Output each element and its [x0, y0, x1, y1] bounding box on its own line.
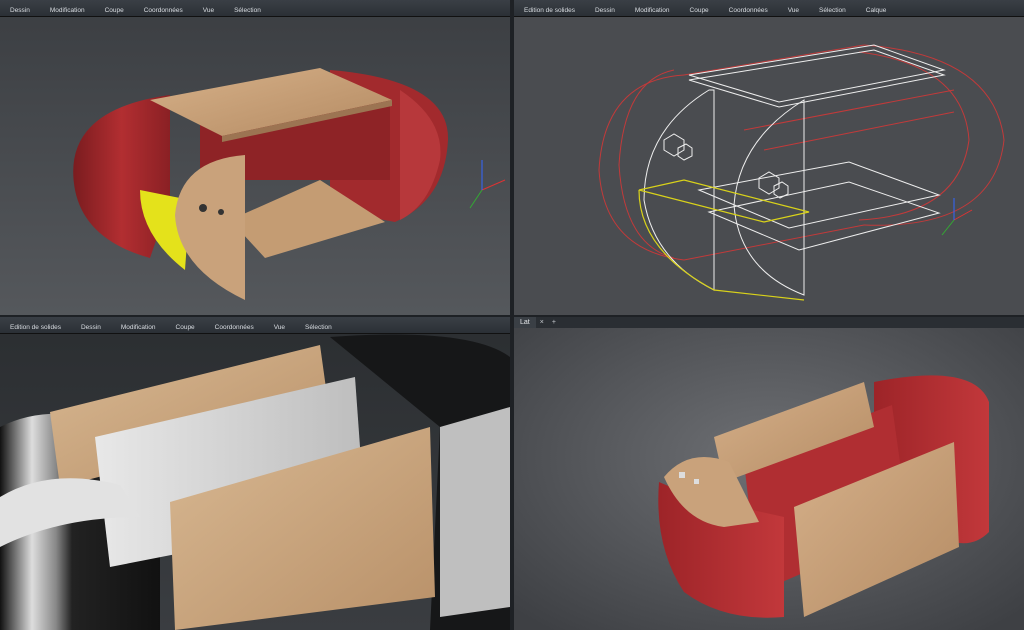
ribbon-item-dessin[interactable]: Dessin [0, 7, 40, 16]
ribbon-item-edition-solides[interactable]: Edition de solides [0, 324, 71, 333]
ribbon-item-coordonnees[interactable]: Coordonnées [134, 7, 193, 16]
ribbon-item-modification[interactable]: Modification [625, 7, 680, 16]
close-tab-icon[interactable]: × [536, 319, 548, 326]
ribbon-item-dessin[interactable]: Dessin [71, 324, 111, 333]
viewport-bottom-right[interactable]: Lat × + [514, 317, 1024, 630]
ribbon-item-dessin[interactable]: Dessin [585, 7, 625, 16]
ribbon-item-selection[interactable]: Sélection [224, 7, 271, 16]
ribbon-item-coupe[interactable]: Coupe [95, 7, 134, 16]
add-tab-icon[interactable]: + [548, 319, 560, 326]
viewport-top-left[interactable]: Dessin Modification Coupe Coordonnées Vu… [0, 0, 510, 315]
ribbon-item-coordonnees[interactable]: Coordonnées [719, 7, 778, 16]
ribbon-bar: Edition de solides Dessin Modification C… [0, 317, 510, 334]
ribbon-item-selection[interactable]: Sélection [809, 7, 856, 16]
ribbon-item-calque[interactable]: Calque [856, 7, 897, 16]
autocad-four-viewport-collage: Dessin Modification Coupe Coordonnées Vu… [0, 0, 1024, 630]
viewport-bottom-left-canvas[interactable] [0, 317, 510, 630]
ribbon-bar: Edition de solides Dessin Modification C… [514, 0, 1024, 17]
viewport-top-right[interactable]: Edition de solides Dessin Modification C… [514, 0, 1024, 315]
ribbon-item-coupe[interactable]: Coupe [680, 7, 719, 16]
viewport-top-right-canvas[interactable] [514, 0, 1024, 315]
ribbon-bar: Dessin Modification Coupe Coordonnées Vu… [0, 0, 510, 17]
viewport-top-left-canvas[interactable] [0, 0, 510, 315]
ribbon-item-selection[interactable]: Sélection [295, 324, 342, 333]
ribbon-item-edition-solides[interactable]: Edition de solides [514, 7, 585, 16]
drawing-tab[interactable]: Lat [514, 317, 536, 328]
ribbon-item-vue[interactable]: Vue [264, 324, 295, 333]
viewport-bottom-right-canvas[interactable] [514, 317, 1024, 630]
viewport-bottom-left[interactable]: Edition de solides Dessin Modification C… [0, 317, 510, 630]
ribbon-item-coordonnees[interactable]: Coordonnées [205, 324, 264, 333]
ribbon-item-coupe[interactable]: Coupe [166, 324, 205, 333]
drawing-tab-bar: Lat × + [514, 317, 1024, 328]
ribbon-item-vue[interactable]: Vue [193, 7, 224, 16]
ribbon-item-modification[interactable]: Modification [40, 7, 95, 16]
ribbon-item-modification[interactable]: Modification [111, 324, 166, 333]
ribbon-item-vue[interactable]: Vue [778, 7, 809, 16]
